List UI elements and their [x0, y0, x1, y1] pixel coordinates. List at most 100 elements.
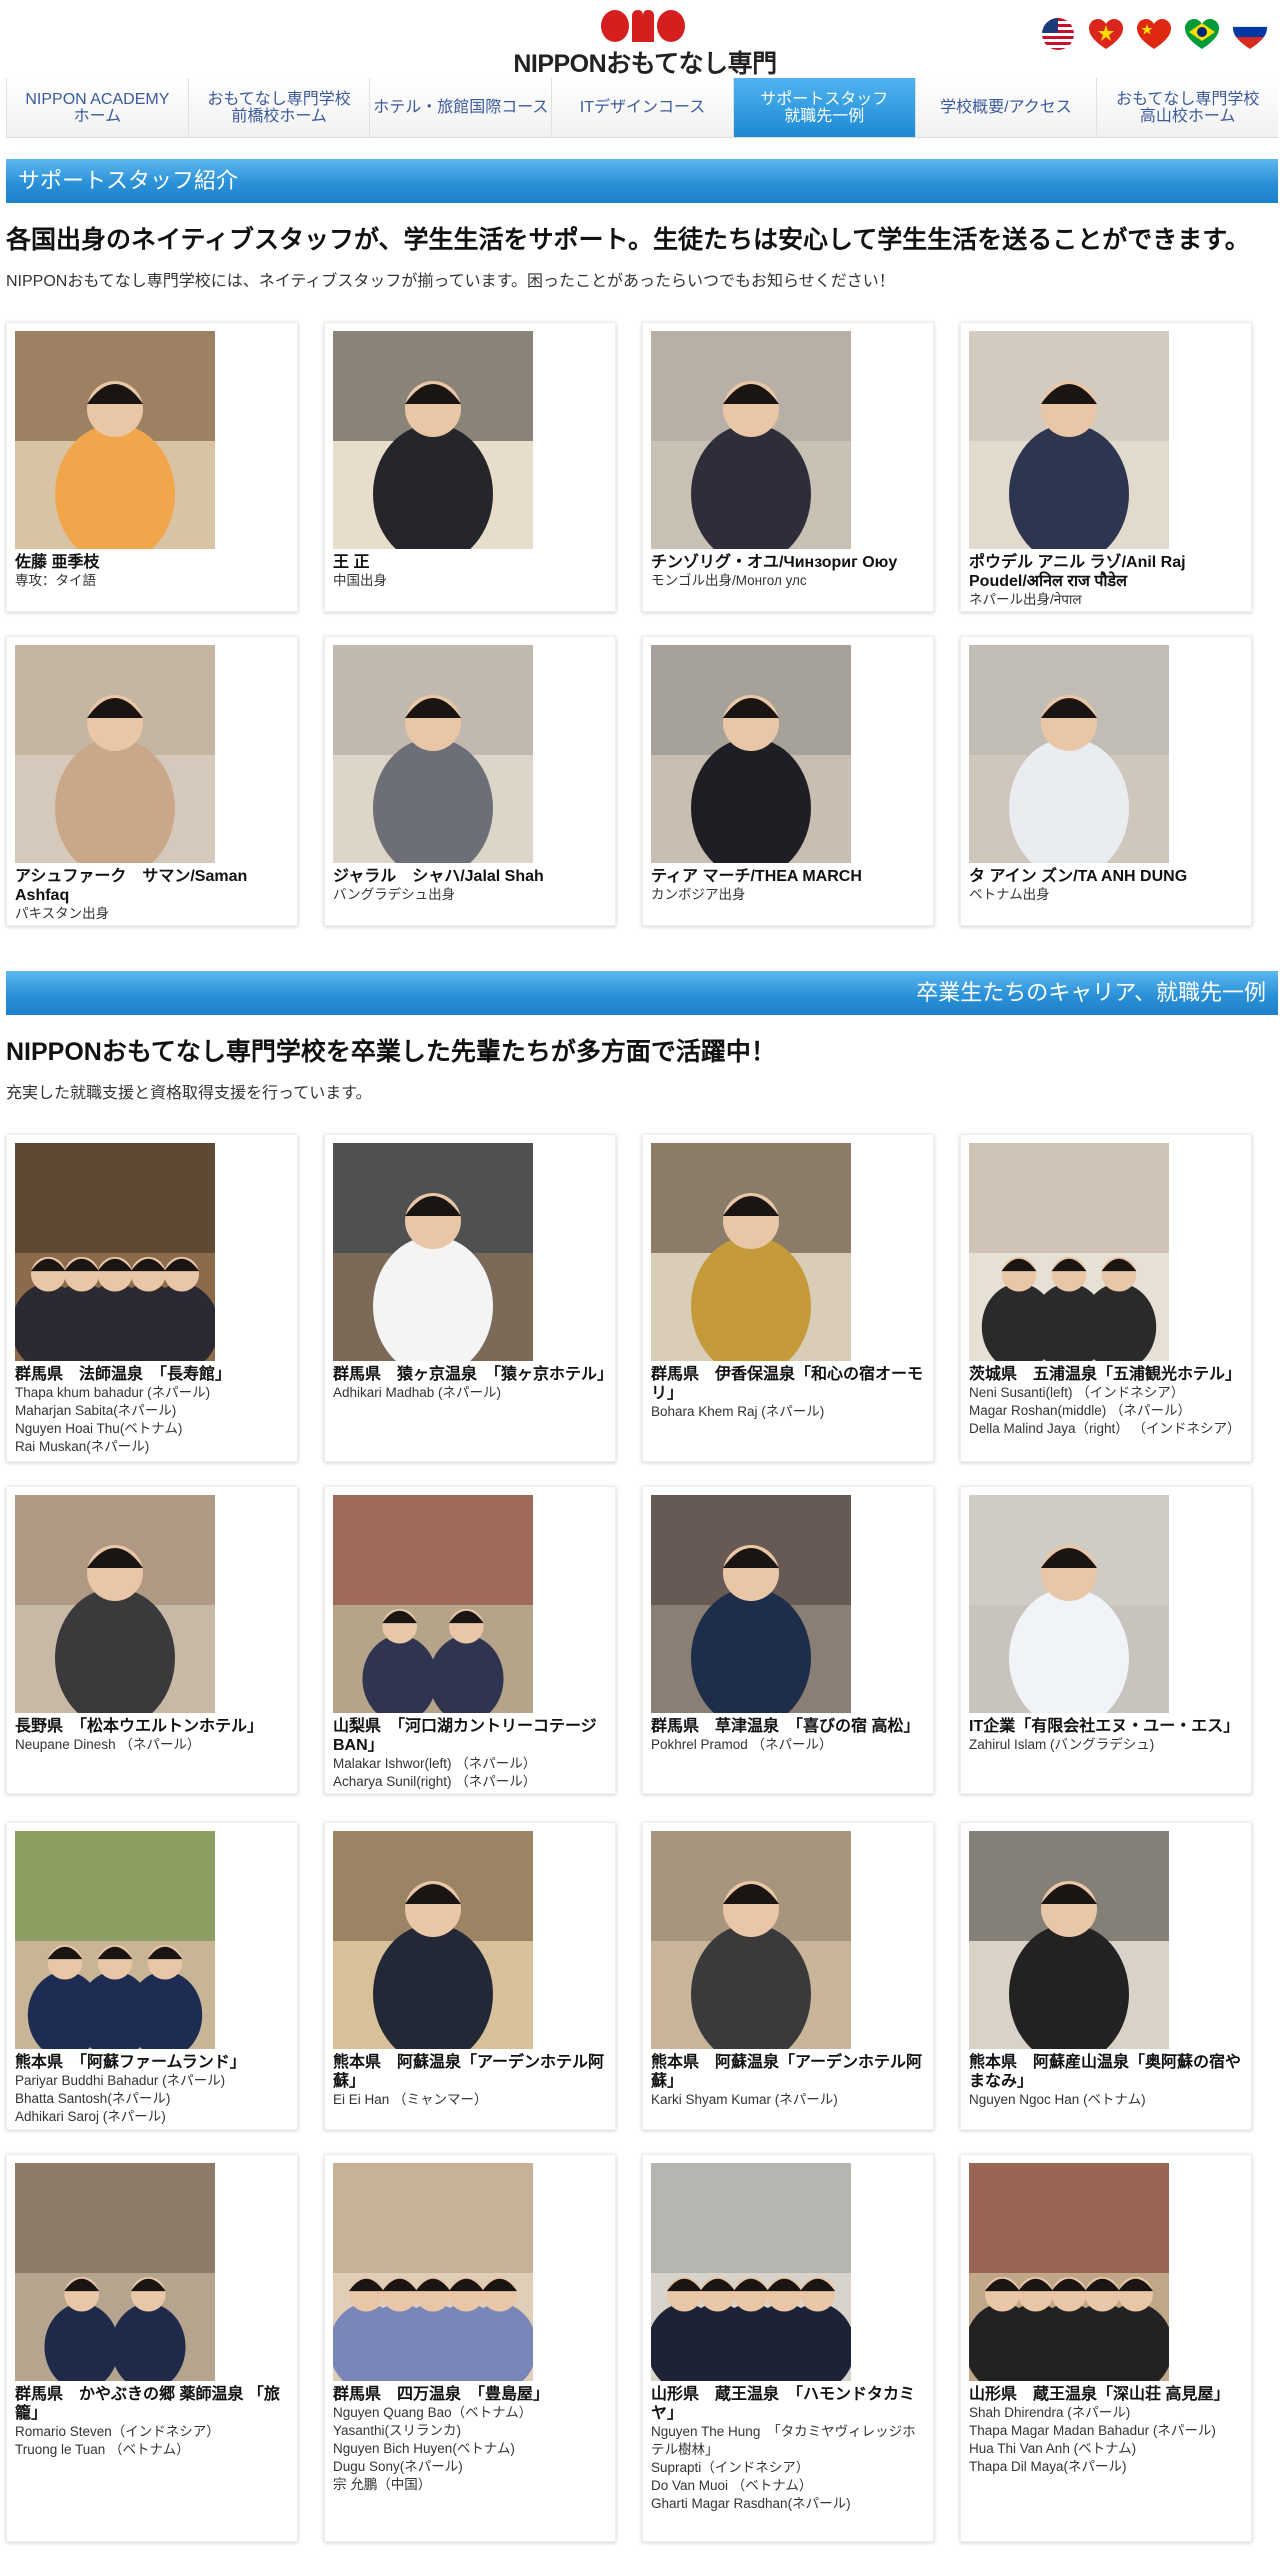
card-title: 群馬県 猿ヶ京温泉 「猿ヶ京ホテル」 [333, 1366, 614, 1383]
card-subtitle: Nguyen Ngoc Han (ベトナム) [969, 2091, 1243, 2109]
card-subtitle: Thapa khum bahadur (ネパール) Maharjan Sabita… [15, 1384, 289, 1456]
nav-item-1[interactable]: NIPPON ACADEMY ホーム [6, 78, 188, 137]
staff-card: チンゾリグ・オユ/Чинзориг Оюу モンゴル出身/Монгол улс [642, 322, 934, 612]
card-subtitle: パキスタン出身 [15, 905, 289, 923]
nav-item-2[interactable]: おもてなし専門学校 前橋校ホーム [187, 78, 370, 137]
card-subtitle: Pokhrel Pramod （ネパール） [651, 1736, 925, 1754]
card-subtitle-line: 中国出身 [333, 573, 387, 588]
card-title: 長野県 「松本ウエルトンホテル」 [15, 1718, 264, 1735]
career-card: 群馬県 法師温泉 「長寿館」 Thapa khum bahadur (ネパール) M… [6, 1134, 298, 1462]
card-title: 茨城県 五浦温泉「五浦観光ホテル」 [969, 1366, 1242, 1383]
card-subtitle-line: Shah Dhirendra (ネパール) [969, 2405, 1131, 2420]
staff-card: ポウデル アニル ラゾ/Anil Raj Poudel/अनिल राज पौड… [960, 322, 1252, 612]
card-title: 群馬県 法師温泉 「長寿館」 [15, 1366, 232, 1383]
graduate-photo [333, 1831, 533, 2049]
career-card: 熊本県 阿蘇温泉「アーデンホテル阿蘇」 Ei Ei Han （ミャンマー） [324, 1822, 616, 2130]
graduate-photo [333, 2163, 533, 2381]
card-title: ジャラル シャハ/Jalal Shah [333, 868, 544, 885]
card-title: チンゾリグ・オユ/Чинзориг Оюу [651, 554, 898, 571]
nav-item-3[interactable]: ホテル・旅館国際コース [369, 78, 552, 137]
nav-item-5[interactable]: サポートスタッフ 就職先一例 [732, 78, 915, 137]
card-subtitle: Nguyen Quang Bao（ベトナム） Yasanthi(スリランカ) Ngu… [333, 2404, 607, 2494]
card-subtitle-line: Ei Ei Han （ミャンマー） [333, 2092, 488, 2107]
nav-item-7[interactable]: おもてなし専門学校 高山校ホーム [1096, 78, 1279, 137]
card-subtitle-line: Pariyar Buddhi Bahadur (ネパール) [15, 2073, 226, 2088]
card-subtitle-line: Acharya Sunil(right) （ネパール） [333, 1774, 537, 1789]
staff-photo [15, 331, 215, 549]
card-title: 群馬県 草津温泉 「喜びの宿 高松」 [651, 1718, 920, 1735]
card-subtitle: Bohara Khem Raj (ネパール) [651, 1403, 925, 1421]
staff-card: ジャラル シャハ/Jalal Shah バングラデシュ出身 [324, 636, 616, 926]
card-subtitle-line: Bhatta Santosh(ネパール) [15, 2091, 171, 2106]
card-subtitle-line: Nguyen Bich Huyen(ベトナム) [333, 2441, 515, 2456]
site-header: NIPPONおもてなし専門学校 [0, 0, 1284, 114]
graduate-photo [15, 1495, 215, 1713]
main-nav: NIPPON ACADEMY ホーム おもてなし専門学校 前橋校ホーム ホテル・旅館… [6, 78, 1279, 138]
card-subtitle: モンゴル出身/Монгол улс [651, 572, 925, 590]
career-card: 群馬県 四万温泉 「豊島屋」 Nguyen Quang Bao（ベトナム） Yasa… [324, 2154, 616, 2542]
card-subtitle-line: Neni Susanti(left) （インドネシア） [969, 1385, 1185, 1400]
card-subtitle-line: パキスタン出身 [15, 906, 110, 921]
card-title: 熊本県 「阿蘇ファームランド」 [15, 2054, 246, 2071]
card-subtitle-line: Zahirul Islam (バングラデシュ) [969, 1737, 1155, 1752]
career-card: 山形県 蔵王温泉 「ハモンドタカミヤ」 Nguyen The Hung 「タカミヤ… [642, 2154, 934, 2542]
nav-item-4[interactable]: ITデザインコース [551, 78, 733, 137]
staff-photo [651, 645, 851, 863]
graduate-photo [333, 1143, 533, 1361]
card-subtitle-line: カンボジア出身 [651, 887, 746, 902]
usa-flag-icon[interactable] [1038, 16, 1078, 52]
nav-item-6[interactable]: 学校概要/アクセス [914, 78, 1097, 137]
card-subtitle: Zahirul Islam (バングラデシュ) [969, 1736, 1243, 1754]
graduate-photo [969, 1831, 1169, 2049]
card-subtitle-line: 専攻：タイ語 [15, 573, 96, 588]
card-subtitle-line: Thapa Magar Madan Bahadur (ネパール) [969, 2423, 1216, 2438]
card-subtitle-line: Nguyen Hoai Thu(ベトナム) [15, 1421, 183, 1436]
card-subtitle: ネパール出身/नेपाल [969, 591, 1243, 609]
card-subtitle-line: Hua Thi Van Anh (ベトナム) [969, 2441, 1137, 2456]
card-subtitle-line: Adhikari Saroj (ネパール) [15, 2109, 166, 2124]
staff-card: アシュファーク サマン/Saman Ashfaq パキスタン出身 [6, 636, 298, 926]
graduate-photo [15, 2163, 215, 2381]
site-logo[interactable]: NIPPONおもてなし専門学校 [510, 4, 780, 114]
card-subtitle-line: Thapa khum bahadur (ネパール) [15, 1385, 211, 1400]
card-title: 熊本県 阿蘇産山温泉「奥阿蘇の宿やまなみ」 [969, 2054, 1242, 2090]
card-title: ティア マーチ/THEA MARCH [651, 868, 862, 885]
career-card: 群馬県 草津温泉 「喜びの宿 高松」 Pokhrel Pramod （ネパール） [642, 1486, 934, 1794]
china-flag-icon[interactable] [1134, 16, 1174, 52]
card-subtitle: 専攻：タイ語 [15, 572, 289, 590]
card-subtitle-line: Pokhrel Pramod （ネパール） [651, 1737, 833, 1752]
graduate-photo [651, 2163, 851, 2381]
card-subtitle-line: Truong le Tuan （ベトナム） [15, 2442, 190, 2457]
card-subtitle: 中国出身 [333, 572, 607, 590]
career-card: IT企業「有限会社エヌ・ユー・エス」 Zahirul Islam (バングラデシュ… [960, 1486, 1252, 1794]
card-subtitle-line: Suprapti（インドネシア） [651, 2460, 810, 2475]
staff-photo [333, 331, 533, 549]
career-card: 山形県 蔵王温泉「深山荘 高見屋」 Shah Dhirendra (ネパール) Th… [960, 2154, 1252, 2542]
omo-logo-icon [601, 10, 685, 42]
card-subtitle-line: Nguyen Ngoc Han (ベトナム) [969, 2092, 1146, 2107]
career-card: 茨城県 五浦温泉「五浦観光ホテル」 Neni Susanti(left) （インド… [960, 1134, 1252, 1462]
card-title: ポウデル アニル ラゾ/Anil Raj Poudel/अनिल राज पौड… [969, 554, 1186, 590]
card-title: 群馬県 かやぶきの郷 薬師温泉 「旅籠」 [15, 2386, 280, 2422]
card-subtitle-line: Rai Muskan(ネパール) [15, 1439, 150, 1454]
career-section-bar: 卒業生たちのキャリア、就職先一例 [6, 971, 1278, 1015]
card-subtitle-line: ネパール出身/नेपाल [969, 592, 1082, 607]
staff-photo [969, 645, 1169, 863]
card-subtitle: バングラデシュ出身 [333, 886, 607, 904]
career-card: 山梨県 「河口湖カントリーコテージBAN」 Malakar Ishwor(left… [324, 1486, 616, 1794]
card-subtitle: Romario Steven（インドネシア） Truong le Tuan （ベト… [15, 2423, 289, 2459]
career-card: 群馬県 かやぶきの郷 薬師温泉 「旅籠」 Romario Steven（インドネシ… [6, 2154, 298, 2542]
brazil-flag-icon[interactable] [1182, 16, 1222, 52]
russia-flag-icon[interactable] [1230, 16, 1270, 52]
vietnam-flag-icon[interactable] [1086, 16, 1126, 52]
card-subtitle-line: 宗 允鵬（中国） [333, 2477, 432, 2492]
staff-section-heading: 各国出身のネイティブスタッフが、学生生活をサポート。生徒たちは安心して学生生活を… [6, 226, 1250, 254]
card-subtitle: Neni Susanti(left) （インドネシア） Magar Roshan(… [969, 1384, 1243, 1438]
graduate-photo [651, 1495, 851, 1713]
card-subtitle-line: Do Van Muoi （ベトナム） [651, 2478, 813, 2493]
card-subtitle: Ei Ei Han （ミャンマー） [333, 2091, 607, 2109]
staff-photo [651, 331, 851, 549]
card-title: タ アイン ズン/TA ANH DUNG [969, 868, 1188, 885]
card-title: 熊本県 阿蘇温泉「アーデンホテル阿蘇」 [333, 2054, 605, 2090]
career-card: 群馬県 伊香保温泉「和心の宿オーモリ」 Bohara Khem Raj (ネパール… [642, 1134, 934, 1462]
